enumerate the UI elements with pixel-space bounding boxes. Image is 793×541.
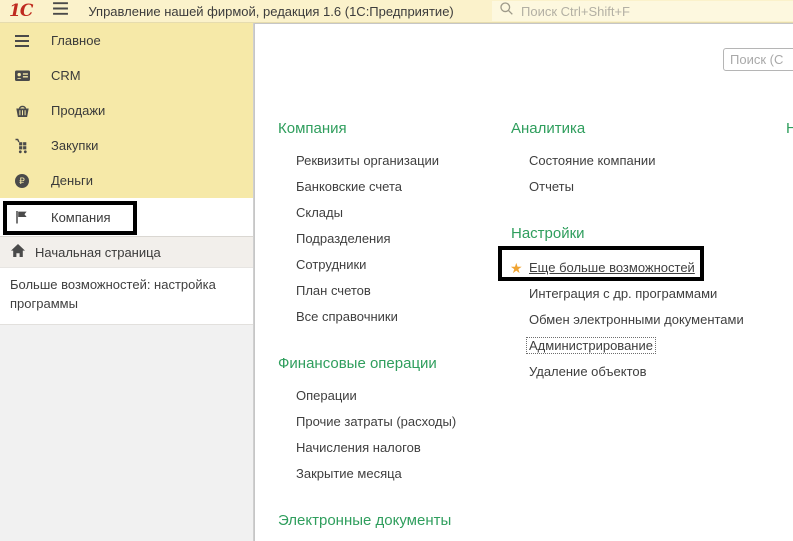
content-column-3-partial: Н	[786, 119, 793, 148]
home-icon	[10, 243, 26, 261]
contact-card-icon	[13, 67, 31, 84]
sidebar-item-label: Главное	[51, 33, 101, 48]
global-search-field[interactable]: Поиск Ctrl+Shift+F	[492, 1, 793, 21]
command-link[interactable]: Банковские счета	[278, 174, 503, 200]
section-panel: Главное CRM Продажи Закупки	[0, 23, 254, 541]
highlight-box-kompaniya	[3, 201, 137, 235]
ruble-coin-icon: ₽	[13, 172, 31, 189]
command-link[interactable]: Сотрудники	[278, 252, 503, 278]
content-column-1: Компания Реквизиты организации Банковски…	[278, 119, 503, 540]
menu-lines-icon	[13, 32, 31, 49]
command-link[interactable]: Отчеты	[511, 174, 761, 200]
command-link[interactable]: Обмен электронными документами	[511, 307, 761, 333]
command-link[interactable]: Прочие затраты (расходы)	[278, 409, 503, 435]
section-kompaniya: Компания Реквизиты организации Банковски…	[278, 119, 503, 330]
functions-panel: Компания Реквизиты организации Банковски…	[254, 23, 793, 541]
section-title: Аналитика	[511, 119, 761, 139]
section-title: Настройки	[511, 224, 761, 244]
section-title: Электронные документы	[278, 511, 503, 531]
sidebar-item-dengi[interactable]: ₽ Деньги	[0, 163, 253, 198]
home-page-label: Начальная страница	[35, 245, 161, 260]
command-link[interactable]: Состояние компании	[511, 148, 761, 174]
section-title-partial: Н	[786, 119, 793, 139]
sidebar-item-label: CRM	[51, 68, 81, 83]
command-link[interactable]: Склады	[278, 200, 503, 226]
window-title: Управление нашей фирмой, редакция 1.6 (1…	[88, 4, 453, 19]
1c-logo: 1С	[9, 3, 32, 20]
cart-icon	[13, 137, 31, 154]
section-title: Финансовые операции	[278, 354, 503, 374]
command-link[interactable]: Закрытие месяца	[278, 461, 503, 487]
section-title: Компания	[278, 119, 503, 139]
sidebar-item-label: Продажи	[51, 103, 105, 118]
home-page-link[interactable]: Начальная страница	[0, 236, 253, 267]
command-link[interactable]: Удаление объектов	[511, 359, 761, 385]
search-icon	[499, 1, 514, 21]
command-link-administrirovanie[interactable]: Администрирование	[511, 333, 761, 359]
highlight-box-more-features	[498, 246, 704, 281]
sidebar-item-crm[interactable]: CRM	[0, 58, 253, 93]
app-window: 1С Управление нашей фирмой, редакция 1.6…	[0, 0, 793, 541]
command-link[interactable]: План счетов	[278, 278, 503, 304]
section-analitika: Аналитика Состояние компании Отчеты	[511, 119, 761, 200]
section-finansovye-operacii: Финансовые операции Операции Прочие затр…	[278, 354, 503, 487]
section-elektronnye-dokumenty: Электронные документы	[278, 511, 503, 531]
command-link[interactable]: Начисления налогов	[278, 435, 503, 461]
hamburger-icon	[52, 1, 69, 21]
command-link[interactable]: Все справочники	[278, 304, 503, 330]
title-bar: 1С Управление нашей фирмой, редакция 1.6…	[0, 0, 793, 23]
svg-text:₽: ₽	[19, 177, 25, 187]
sidebar-item-label: Деньги	[51, 173, 93, 188]
sidebar-item-label: Закупки	[51, 138, 98, 153]
command-link[interactable]: Операции	[278, 383, 503, 409]
command-link[interactable]: Подразделения	[278, 226, 503, 252]
main-menu-button[interactable]	[52, 1, 69, 21]
command-link[interactable]: Интеграция с др. программами	[511, 281, 761, 307]
basket-icon	[13, 102, 31, 119]
more-features-nav-link[interactable]: Больше возможностей: настройка программы	[0, 267, 253, 325]
sidebar-item-zakupki[interactable]: Закупки	[0, 128, 253, 163]
global-search-placeholder: Поиск Ctrl+Shift+F	[521, 4, 630, 19]
sidebar-item-glavnoe[interactable]: Главное	[0, 23, 253, 58]
command-link[interactable]: Реквизиты организации	[278, 148, 503, 174]
functions-search-input[interactable]	[723, 48, 793, 71]
sidebar-item-prodazhi[interactable]: Продажи	[0, 93, 253, 128]
